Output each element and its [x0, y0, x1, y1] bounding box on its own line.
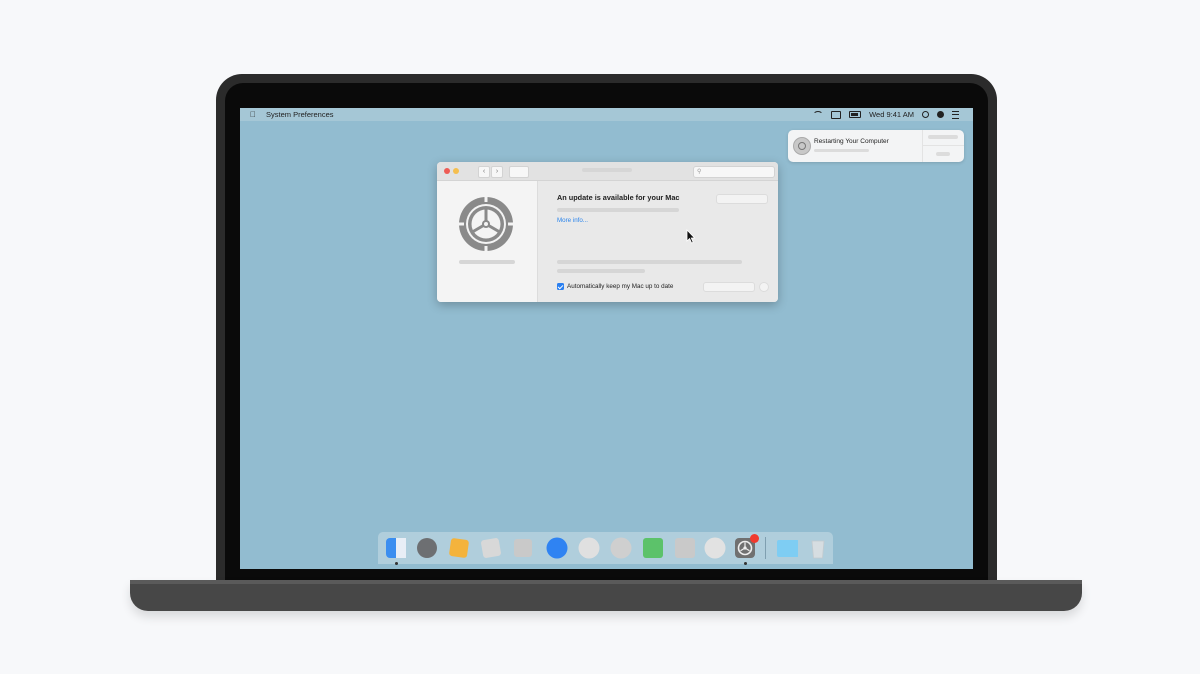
update-now-button[interactable] — [716, 194, 768, 204]
notification-title: Restarting Your Computer — [814, 138, 889, 145]
dock-app-light-3-icon[interactable] — [704, 537, 726, 559]
dock-trash-icon[interactable] — [807, 537, 829, 559]
dock-app-light-1-icon[interactable] — [578, 537, 600, 559]
notification-divider — [922, 130, 923, 162]
show-all-button[interactable] — [509, 166, 529, 178]
search-field[interactable]: ⚲ — [693, 166, 775, 178]
gear-icon — [455, 193, 517, 255]
update-detail-placeholder — [557, 208, 679, 212]
laptop-base — [130, 580, 1082, 611]
dock-running-indicator-finder — [395, 562, 398, 565]
description-placeholder-1 — [557, 260, 742, 264]
menu-clock[interactable]: Wed 9:41 AM — [869, 110, 914, 119]
software-update-window: ‹ › ⚲ An update is available for your Ma… — [437, 162, 778, 302]
dock-notes-icon[interactable] — [448, 537, 470, 559]
window-title-placeholder — [582, 168, 632, 172]
siri-icon[interactable] — [937, 111, 944, 118]
dock-app-blue-icon[interactable] — [546, 537, 568, 559]
advanced-button[interactable] — [703, 282, 755, 292]
sidebar-label-placeholder — [459, 260, 515, 264]
minimize-button[interactable] — [453, 168, 459, 174]
menu-app-name[interactable]: System Preferences — [266, 110, 334, 119]
auto-update-row[interactable]: Automatically keep my Mac up to date — [557, 283, 673, 290]
window-content: An update is available for your Mac More… — [538, 181, 778, 302]
battery-icon[interactable] — [849, 111, 862, 118]
apple-icon[interactable]:  — [250, 111, 256, 119]
spotlight-icon[interactable] — [922, 111, 929, 118]
dock-finder-icon[interactable] — [385, 537, 407, 559]
airplay-icon[interactable] — [831, 110, 842, 119]
dock-system-preferences-icon[interactable] — [734, 534, 759, 559]
notification-banner[interactable]: Restarting Your Computer — [788, 130, 964, 162]
back-button[interactable]: ‹ — [478, 166, 490, 178]
menu-bar:  System Preferences Wed 9:41 AM — [240, 108, 973, 121]
dock-app-gray-2-icon[interactable] — [512, 537, 534, 559]
mouse-cursor-icon — [686, 229, 696, 244]
forward-button[interactable]: › — [491, 166, 503, 178]
dock-app-gray-1-icon[interactable] — [480, 537, 502, 559]
dock — [378, 532, 833, 564]
notification-action-button[interactable] — [928, 135, 958, 139]
dock-app-gray-3-icon[interactable] — [674, 537, 696, 559]
auto-update-checkbox[interactable] — [557, 283, 564, 290]
dock-folder-icon[interactable] — [776, 537, 799, 559]
auto-update-label[interactable]: Automatically keep my Mac up to date — [567, 283, 673, 290]
notification-divider-horizontal — [922, 145, 964, 146]
dock-launchpad-icon[interactable] — [416, 537, 438, 559]
desktop-screen:  System Preferences Wed 9:41 AM Restart… — [240, 108, 973, 569]
software-update-icon — [793, 137, 811, 155]
window-titlebar[interactable]: ‹ › ⚲ — [437, 162, 778, 181]
wifi-icon[interactable] — [813, 110, 824, 119]
close-button[interactable] — [444, 168, 450, 174]
more-info-link[interactable]: More info... — [557, 217, 588, 224]
dock-app-green-icon[interactable] — [642, 537, 664, 559]
update-heading: An update is available for your Mac — [557, 193, 680, 202]
dock-running-indicator-system-preferences — [744, 562, 747, 565]
notification-secondary-button[interactable] — [936, 152, 950, 156]
laptop-base-edge — [130, 580, 1082, 584]
help-button[interactable] — [759, 282, 769, 292]
window-sidebar — [437, 181, 538, 302]
menu-status-area: Wed 9:41 AM — [813, 110, 959, 119]
notification-body-placeholder — [814, 149, 869, 152]
notification-badge — [750, 534, 759, 543]
search-icon: ⚲ — [697, 169, 702, 175]
dock-separator — [765, 537, 766, 559]
control-center-icon[interactable] — [952, 110, 959, 119]
description-placeholder-2 — [557, 269, 645, 273]
dock-app-light-2-icon[interactable] — [610, 537, 632, 559]
